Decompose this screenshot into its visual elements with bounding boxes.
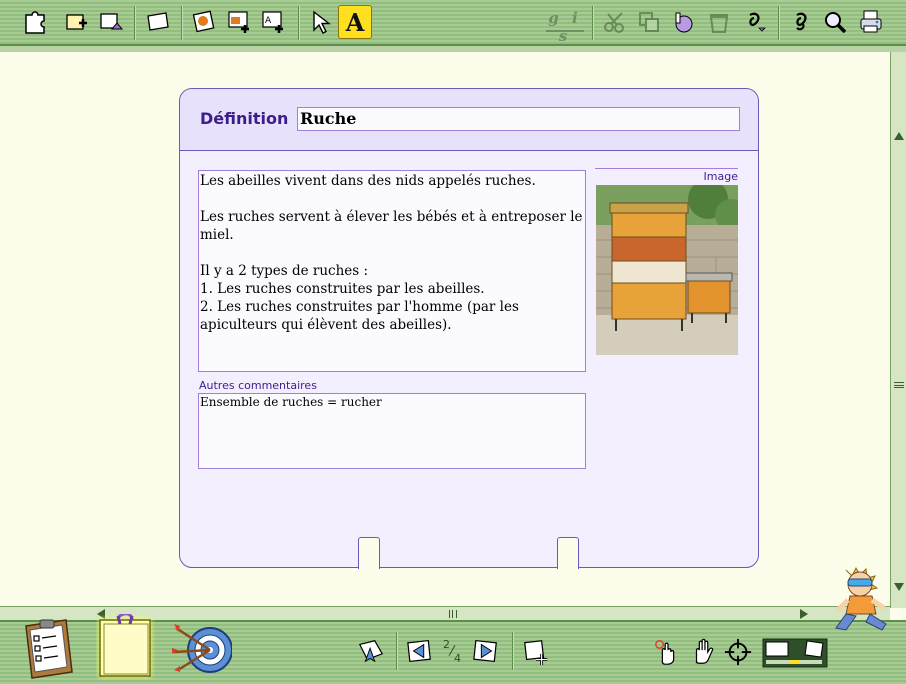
card-title-field[interactable]: Ruche [297, 107, 740, 131]
link-menu-icon[interactable] [740, 7, 770, 37]
card-body-text: Les abeilles vivent dans des nids appelé… [200, 173, 583, 333]
card-home-icon[interactable] [356, 636, 386, 666]
page-total: 4 [454, 652, 461, 665]
hand-pointer-icon[interactable] [652, 636, 684, 668]
text-tool-button[interactable]: A [338, 5, 372, 39]
scissors-icon[interactable] [600, 7, 630, 37]
text-style-letters: g i s [548, 9, 582, 45]
comments-field[interactable]: Ensemble de ruches = rucher [198, 393, 586, 469]
card-tab-left [358, 537, 380, 572]
navigator-map-icon[interactable] [762, 638, 828, 668]
scroll-grip-horizontal-icon[interactable] [449, 610, 457, 618]
definition-card: Définition Ruche Les abeilles vivent dan… [179, 88, 759, 572]
scroll-down-icon[interactable] [894, 583, 904, 591]
scroll-right-icon[interactable] [800, 609, 808, 619]
helper-character-icon[interactable] [832, 564, 892, 636]
checklist-clipboard-icon[interactable] [18, 616, 76, 680]
top-toolbar: A A g i s [0, 0, 906, 46]
add-image-card-icon[interactable] [224, 7, 254, 37]
card-body-field[interactable]: Les abeilles vivent dans des nids appelé… [198, 170, 586, 372]
previous-card-icon[interactable] [404, 636, 436, 666]
image-label: Image [595, 168, 738, 183]
pointer-icon[interactable] [306, 7, 336, 37]
scroll-grip-icon[interactable] [894, 382, 904, 388]
page-current: 2 [443, 638, 450, 651]
target-icon[interactable] [170, 618, 232, 678]
next-card-icon[interactable] [470, 636, 502, 666]
card-tab-right [557, 537, 579, 572]
copy-icon[interactable] [634, 7, 664, 37]
search-icon[interactable] [820, 7, 850, 37]
card-header: Définition Ruche [180, 89, 758, 151]
ruler-strip [0, 46, 906, 52]
svg-text:A: A [265, 16, 272, 26]
trash-icon[interactable] [704, 7, 734, 37]
card-type-label: Définition [200, 109, 289, 128]
print-icon[interactable] [856, 7, 886, 37]
puzzle-icon[interactable] [20, 7, 50, 37]
page-indicator: 2 4 [440, 638, 466, 668]
add-text-card-icon[interactable]: A [258, 7, 288, 37]
notes-stack-icon[interactable] [96, 614, 156, 680]
link-icon[interactable] [786, 7, 816, 37]
text-style-icon[interactable]: g i s [544, 9, 586, 45]
comments-label: Autres commentaires [199, 379, 317, 392]
hand-move-icon[interactable] [688, 636, 720, 668]
new-stack-icon[interactable] [62, 7, 92, 37]
image-card-icon[interactable] [189, 7, 219, 37]
blank-card-icon[interactable] [143, 7, 173, 37]
beehive-image[interactable] [596, 185, 738, 355]
paste-icon[interactable] [668, 7, 698, 37]
add-card-icon[interactable] [520, 636, 552, 668]
open-stack-icon[interactable] [96, 7, 126, 37]
scroll-up-icon[interactable] [894, 132, 904, 140]
vertical-scrollbar[interactable] [890, 52, 906, 608]
crosshair-icon[interactable] [722, 636, 754, 668]
